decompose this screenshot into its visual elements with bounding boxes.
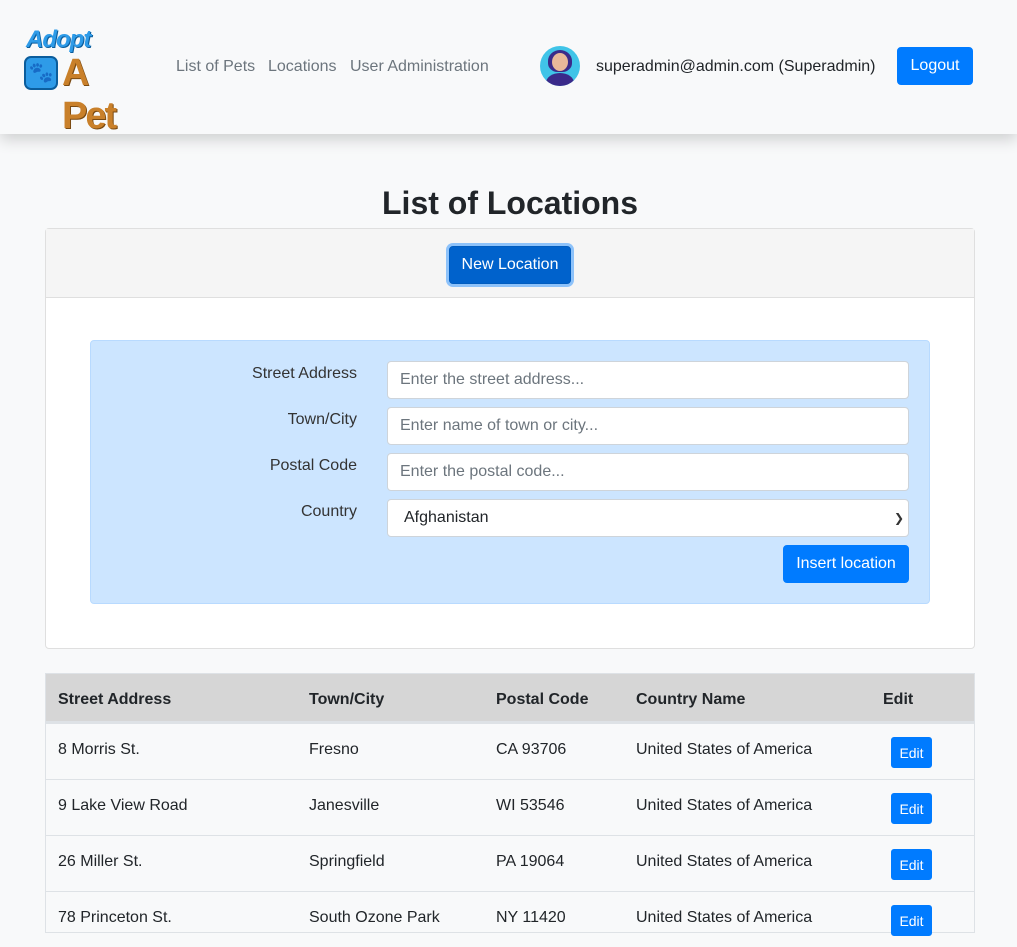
column-header-postal: Postal Code xyxy=(496,691,589,708)
new-location-form: Street Address Town/City Postal Code Cou… xyxy=(90,340,930,604)
cell-street: 26 Miller St. xyxy=(58,853,143,870)
town-city-label: Town/City xyxy=(287,411,357,428)
column-header-city: Town/City xyxy=(309,691,385,708)
paw-icon: 🐾 xyxy=(24,56,58,90)
column-header-country: Country Name xyxy=(636,691,746,708)
edit-button[interactable]: Edit xyxy=(891,737,932,768)
nav-link-list-of-pets[interactable]: List of Pets xyxy=(176,57,255,77)
cell-postal: CA 93706 xyxy=(496,741,567,758)
logo-text-apet: A Pet xyxy=(62,52,117,137)
cell-city: South Ozone Park xyxy=(309,909,440,926)
table-row: 78 Princeton St. South Ozone Park NY 114… xyxy=(46,891,974,947)
card-header: New Location xyxy=(46,229,974,298)
location-card: New Location Street Address Town/City Po… xyxy=(45,228,975,649)
page-title: List of Locations xyxy=(382,185,638,221)
table-row: 9 Lake View Road Janesville WI 53546 Uni… xyxy=(46,779,974,835)
country-selected-value: Afghanistan xyxy=(404,509,489,526)
table-row: 8 Morris St. Fresno CA 93706 United Stat… xyxy=(46,723,974,779)
postal-code-input[interactable] xyxy=(387,453,909,491)
cell-postal: NY 11420 xyxy=(496,909,566,926)
cell-country: United States of America xyxy=(636,909,813,926)
edit-button[interactable]: Edit xyxy=(891,905,932,936)
cell-country: United States of America xyxy=(636,853,813,870)
avatar xyxy=(540,46,580,86)
nav-link-locations[interactable]: Locations xyxy=(268,57,337,77)
table-header: Street Address Town/City Postal Code Cou… xyxy=(46,674,974,723)
cell-street: 9 Lake View Road xyxy=(58,797,188,814)
insert-location-button[interactable]: Insert location xyxy=(783,545,909,583)
chevron-down-icon: ❯ xyxy=(893,511,904,525)
locations-table: Street Address Town/City Postal Code Cou… xyxy=(45,673,975,936)
logo-text-adopt: Adopt xyxy=(26,26,91,53)
street-address-input[interactable] xyxy=(387,361,909,399)
cell-country: United States of America xyxy=(636,797,813,814)
column-header-edit: Edit xyxy=(883,691,914,708)
postal-code-label: Postal Code xyxy=(269,457,357,474)
country-label: Country xyxy=(300,503,357,520)
cell-street: 8 Morris St. xyxy=(58,741,140,758)
cell-postal: WI 53546 xyxy=(496,797,565,814)
navbar: Adopt 🐾 A Pet List of Pets Locations Use… xyxy=(0,0,1017,137)
cell-street: 78 Princeton St. xyxy=(58,909,172,926)
edit-button[interactable]: Edit xyxy=(891,793,932,824)
column-header-street: Street Address xyxy=(58,691,172,708)
logout-button[interactable]: Logout xyxy=(897,47,973,85)
edit-button[interactable]: Edit xyxy=(891,849,932,880)
new-location-button[interactable]: New Location xyxy=(449,246,571,284)
cell-postal: PA 19064 xyxy=(496,853,565,870)
adopt-a-pet-logo[interactable]: Adopt 🐾 A Pet xyxy=(22,26,146,137)
cell-country: United States of America xyxy=(636,741,813,758)
town-city-input[interactable] xyxy=(387,407,909,445)
nav-link-user-administration[interactable]: User Administration xyxy=(350,57,489,77)
country-select[interactable]: Afghanistan ❯ xyxy=(387,499,909,537)
street-address-label: Street Address xyxy=(252,365,357,382)
table-row: 26 Miller St. Springfield PA 19064 Unite… xyxy=(46,835,974,891)
cell-city: Fresno xyxy=(309,741,359,758)
cell-city: Springfield xyxy=(309,853,385,870)
cell-city: Janesville xyxy=(309,797,380,814)
current-user-label: superadmin@admin.com (Superadmin) xyxy=(596,58,876,75)
